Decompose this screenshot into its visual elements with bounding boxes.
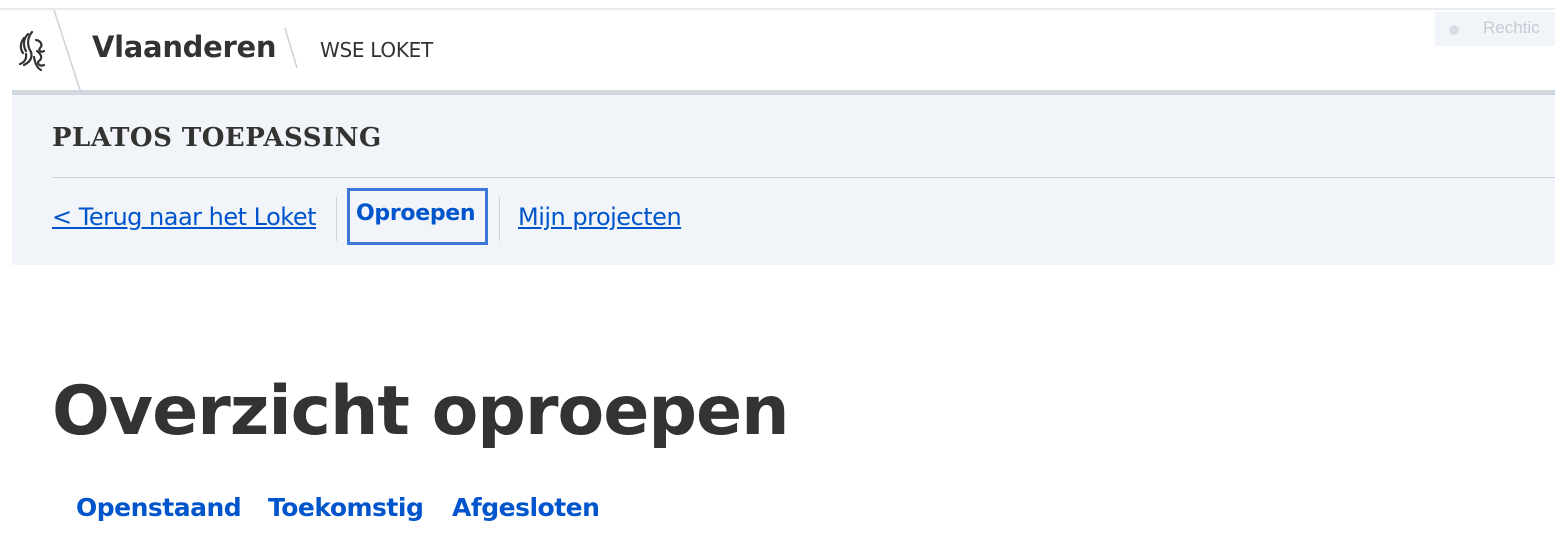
flemish-lion-icon[interactable] bbox=[14, 24, 54, 76]
subheader-divider bbox=[52, 177, 1555, 178]
nav-oproepen-label: Oproepen bbox=[356, 201, 476, 226]
user-dot-icon bbox=[1449, 25, 1459, 35]
back-to-loket-link[interactable]: < Terug naar het Loket bbox=[52, 203, 317, 231]
nav-oproepen[interactable]: Oproepen bbox=[347, 188, 488, 245]
brand-name[interactable]: Vlaanderen bbox=[92, 30, 277, 64]
user-label: Rechtic bbox=[1483, 18, 1540, 37]
tab-openstaand[interactable]: Openstaand bbox=[76, 493, 242, 522]
nav-separator bbox=[336, 197, 337, 241]
user-menu[interactable]: Rechtic bbox=[1435, 12, 1555, 46]
global-header: Vlaanderen WSE LOKET Rechtic bbox=[0, 10, 1555, 90]
tab-afgesloten[interactable]: Afgesloten bbox=[452, 493, 600, 522]
top-border bbox=[0, 0, 1555, 10]
tab-toekomstig[interactable]: Toekomstig bbox=[268, 493, 424, 522]
page-title: Overzicht oproepen bbox=[52, 372, 790, 451]
nav-mijn-projecten[interactable]: Mijn projecten bbox=[518, 203, 682, 231]
app-subheader: PLATOS TOEPASSING < Terug naar het Loket… bbox=[12, 90, 1555, 265]
header-divider-slash-2 bbox=[284, 27, 298, 69]
header-divider-slash bbox=[53, 10, 81, 90]
nav-separator bbox=[499, 197, 500, 241]
app-title: PLATOS TOEPASSING bbox=[52, 123, 382, 153]
product-name[interactable]: WSE LOKET bbox=[320, 38, 433, 62]
